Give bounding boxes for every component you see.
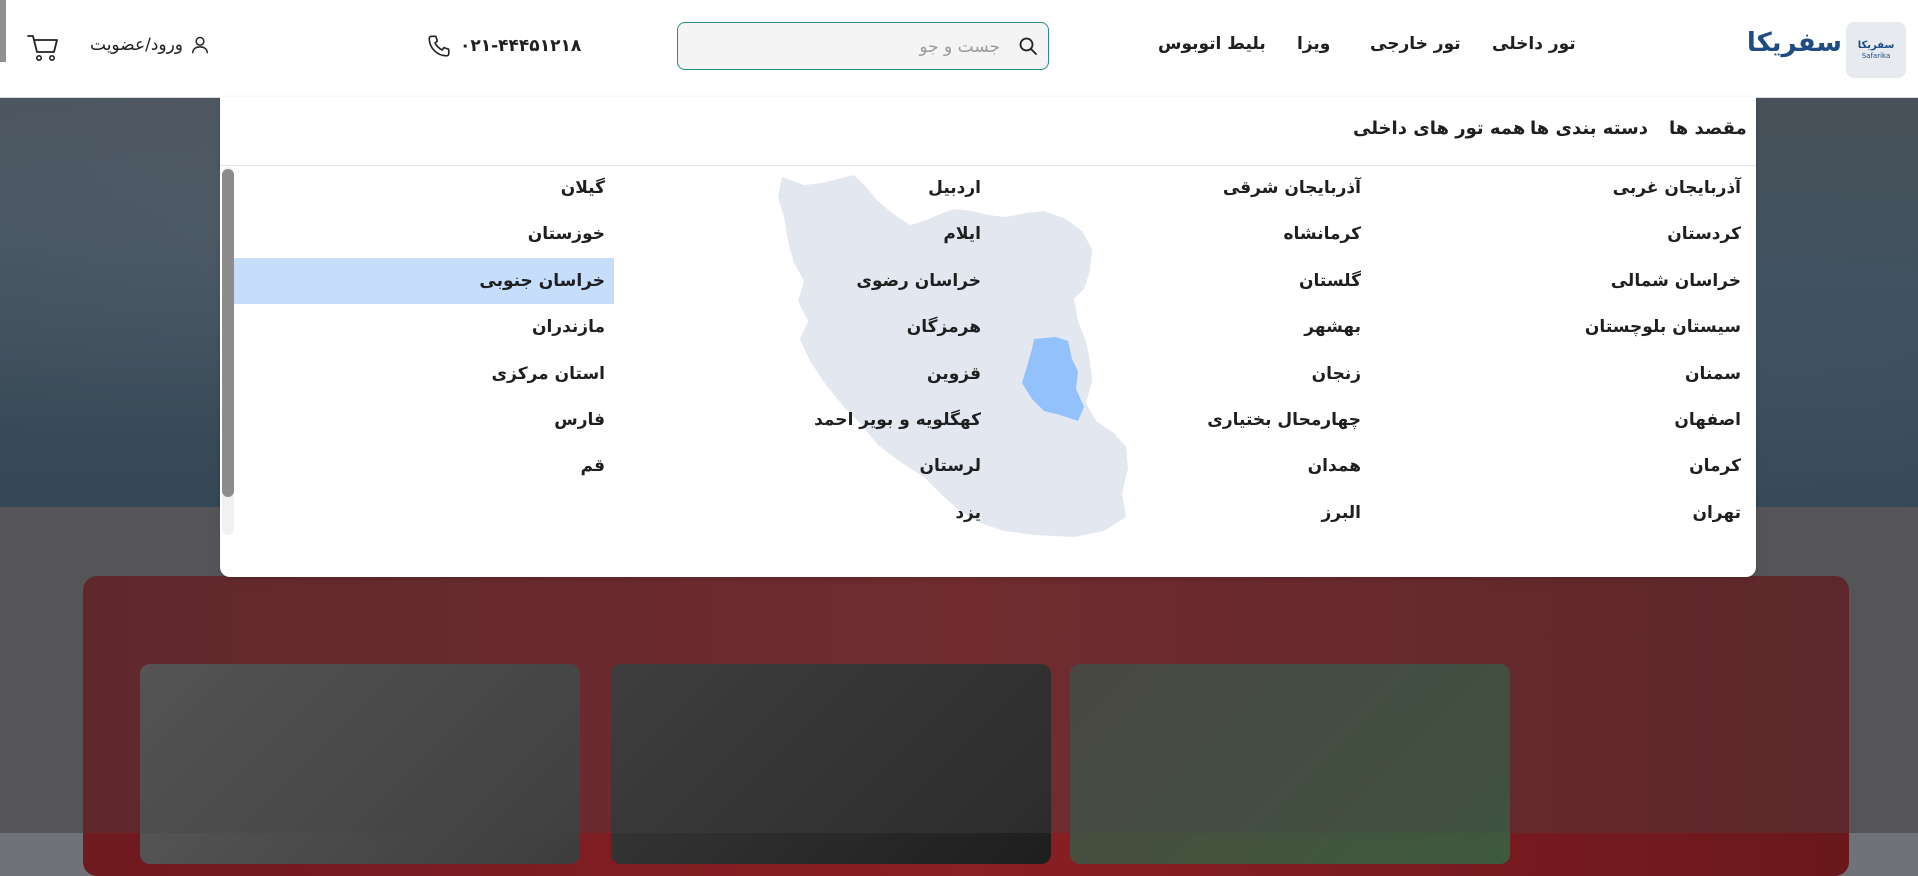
province-item[interactable]: گیلان: [234, 165, 614, 211]
tab-all-domestic-tours[interactable]: همه تور های داخلی: [1353, 118, 1525, 139]
province-item[interactable]: آذربایجان غربی: [1374, 165, 1750, 211]
province-item[interactable]: گلستان: [994, 258, 1370, 304]
province-item[interactable]: کهگلویه و بویر احمد: [614, 397, 990, 443]
user-icon: [191, 36, 209, 54]
province-column-3: اردبیل ایلام خراسان رضوی هرمزگان قزوین ک…: [614, 165, 990, 536]
province-item[interactable]: خراسان شمالی: [1374, 258, 1750, 304]
province-item[interactable]: تهران: [1374, 490, 1750, 536]
province-column-1: آذربایجان غربی کردستان خراسان شمالی سیست…: [1374, 165, 1750, 536]
phone-icon: [428, 35, 450, 57]
province-item[interactable]: لرستان: [614, 443, 990, 489]
brand-name[interactable]: سفریکا: [1747, 28, 1842, 58]
nav-foreign-tour[interactable]: تور خارجی: [1370, 34, 1461, 54]
province-item[interactable]: خراسان رضوی: [614, 258, 990, 304]
login-register-link[interactable]: ورود/عضویت: [90, 34, 211, 56]
nav-bus-ticket[interactable]: بلیط اتوبوس: [1158, 34, 1266, 54]
province-grid: آذربایجان غربی کردستان خراسان شمالی سیست…: [220, 165, 1756, 537]
province-item[interactable]: همدان: [994, 443, 1370, 489]
search-icon[interactable]: [1018, 36, 1038, 56]
province-item[interactable]: هرمزگان: [614, 304, 990, 350]
search-input[interactable]: [688, 23, 1002, 70]
site-header: سفریکا Safarika سفریکا تور داخلی تور خار…: [0, 0, 1918, 98]
support-phone[interactable]: ۰۲۱-۴۴۴۵۱۲۱۸: [426, 33, 581, 59]
province-item[interactable]: کردستان: [1374, 211, 1750, 257]
page-edge-strip: [0, 0, 6, 62]
tab-destinations[interactable]: مقصد ها: [1669, 118, 1747, 139]
province-column-2: آذربایجان شرقی کرمانشاه گلستان بهشهر زنج…: [994, 165, 1370, 536]
login-label: ورود/عضویت: [90, 35, 184, 55]
province-item[interactable]: کرمانشاه: [994, 211, 1370, 257]
mega-menu-tabs: مقصد ها دسته بندی ها همه تور های داخلی: [220, 97, 1756, 166]
province-column-4: گیلان خوزستان خراسان جنوبی مازندران استا…: [234, 165, 614, 490]
destinations-mega-menu: مقصد ها دسته بندی ها همه تور های داخلی آ…: [220, 97, 1756, 577]
cart-icon[interactable]: [26, 30, 60, 64]
site-logo[interactable]: سفریکا Safarika: [1846, 22, 1906, 78]
province-item[interactable]: سیستان بلوچستان: [1374, 304, 1750, 350]
province-item[interactable]: البرز: [994, 490, 1370, 536]
province-item[interactable]: قزوین: [614, 351, 990, 397]
province-item[interactable]: بهشهر: [994, 304, 1370, 350]
province-item[interactable]: یزد: [614, 490, 990, 536]
province-item[interactable]: اصفهان: [1374, 397, 1750, 443]
logo-subtext: Safarika: [1861, 51, 1891, 60]
province-item[interactable]: استان مرکزی: [234, 351, 614, 397]
province-item[interactable]: اردبیل: [614, 165, 990, 211]
scrollbar-thumb[interactable]: [222, 169, 234, 497]
province-item[interactable]: سمنان: [1374, 351, 1750, 397]
province-item[interactable]: زنجان: [994, 351, 1370, 397]
province-item-highlighted[interactable]: خراسان جنوبی: [234, 257, 614, 305]
tab-categories[interactable]: دسته بندی ها: [1530, 118, 1648, 139]
nav-visa[interactable]: ویزا: [1297, 34, 1330, 54]
logo-text: سفریکا: [1857, 39, 1895, 51]
search-box[interactable]: [677, 22, 1049, 70]
province-item[interactable]: کرمان: [1374, 443, 1750, 489]
province-item[interactable]: ایلام: [614, 211, 990, 257]
province-item[interactable]: قم: [234, 443, 614, 489]
province-item[interactable]: خوزستان: [234, 211, 614, 257]
brand-name-text: سفریکا: [1746, 28, 1842, 58]
province-item[interactable]: چهارمحال بختیاری: [994, 397, 1370, 443]
phone-number: ۰۲۱-۴۴۴۵۱۲۱۸: [460, 36, 582, 56]
province-item[interactable]: آذربایجان شرقی: [994, 165, 1370, 211]
province-item[interactable]: فارس: [234, 397, 614, 443]
nav-domestic-tour[interactable]: تور داخلی: [1492, 34, 1576, 54]
province-item[interactable]: مازندران: [234, 304, 614, 350]
